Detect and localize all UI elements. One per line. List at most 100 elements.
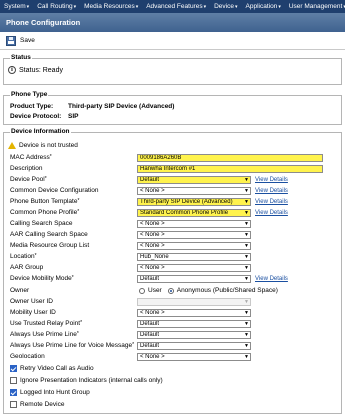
status-section: Status i Status: Ready (3, 54, 342, 85)
calling-search-space-select[interactable]: < None > ▼ (137, 219, 251, 228)
chevron-down-icon: ▼ (244, 242, 249, 249)
always-use-prime-line-voice-message-select[interactable]: Default ▼ (137, 341, 251, 350)
aar-calling-search-space-select[interactable]: < None > ▼ (137, 230, 251, 239)
warning-icon (8, 142, 16, 149)
ignore-presentation-checkbox[interactable] (10, 377, 17, 384)
menu-label: System (4, 3, 26, 10)
remote-device-checkbox[interactable] (10, 401, 17, 408)
chevron-down-icon: ▼ (244, 187, 249, 194)
menu-advanced-features[interactable]: Advanced Features ▾ (142, 3, 210, 10)
chevron-down-icon: ▼ (244, 253, 249, 260)
view-details-link[interactable]: View Details (255, 210, 288, 216)
chevron-down-icon: ▼ (244, 309, 249, 316)
aar-group-select[interactable]: < None > ▼ (137, 263, 251, 272)
device-mobility-mode-select[interactable]: Default ▼ (137, 274, 251, 283)
field-label: Mobility User ID (10, 309, 56, 316)
menu-label: Media Resources (84, 3, 135, 10)
menu-label: Application (245, 3, 278, 10)
field-label: Device Mobility Mode* (10, 275, 74, 282)
chevron-down-icon: ▾ (26, 3, 30, 10)
use-trusted-relay-point-select[interactable]: Default ▼ (137, 319, 251, 328)
view-details-link[interactable]: View Details (255, 276, 288, 282)
device-protocol-value: SIP (68, 113, 79, 120)
owner-user-label: User (148, 287, 162, 294)
menu-system[interactable]: System ▾ (0, 3, 33, 10)
ignore-presentation-label: Ignore Presentation Indicators (internal… (20, 377, 163, 384)
chevron-down-icon: ▾ (278, 3, 281, 10)
view-details-link[interactable]: View Details (255, 199, 288, 205)
top-menubar: System ▾ Call Routing ▾ Media Resources ▾ A… (0, 0, 345, 13)
menu-application[interactable]: Application ▾ (242, 3, 285, 10)
menu-label: Advanced Features (146, 3, 203, 10)
chevron-down-icon: ▼ (244, 353, 249, 360)
field-label: Description (10, 165, 43, 172)
owner-anonymous-label: Anonymous (Public/Shared Space) (176, 287, 278, 294)
chevron-down-icon: ▾ (73, 3, 77, 10)
location-select[interactable]: Hub_None ▼ (137, 252, 251, 261)
field-label: Owner (10, 287, 30, 294)
phone-type-section: Phone Type Product Type: Third-party SIP… (3, 91, 342, 125)
page-title: Phone Configuration (0, 13, 345, 32)
field-label: Common Phone Profile* (10, 209, 80, 216)
trust-warning: Device is not trusted (19, 142, 78, 149)
description-input[interactable]: Hanwha Intercom #1 (137, 164, 323, 173)
chevron-down-icon: ▼ (244, 264, 249, 271)
owner-user-id-select[interactable]: ▼ (137, 297, 251, 306)
view-details-link[interactable]: View Details (255, 177, 288, 183)
media-resource-group-list-select[interactable]: < None > ▼ (137, 241, 251, 250)
retry-video-checkbox[interactable] (10, 365, 17, 372)
owner-anonymous-radio[interactable] (167, 287, 174, 294)
product-type-value: Third-party SIP Device (Advanced) (68, 103, 175, 110)
chevron-down-icon: ▾ (234, 3, 238, 10)
status-text: Status: Ready (19, 66, 63, 74)
chevron-down-icon: ▾ (203, 3, 207, 10)
field-label: Geolocation (10, 353, 45, 360)
menu-label: Device (214, 3, 234, 10)
field-label: Phone Button Template* (10, 198, 80, 205)
common-phone-profile-select[interactable]: Standard Common Phone Profile ▼ (137, 208, 251, 217)
save-button[interactable]: Save (20, 37, 35, 44)
menu-label: User Management (288, 3, 343, 10)
menu-device[interactable]: Device ▾ (210, 3, 241, 10)
menu-call-routing[interactable]: Call Routing ▾ (33, 3, 80, 10)
owner-radio-group: User Anonymous (Public/Shared Space) (139, 287, 278, 294)
phone-button-template-select[interactable]: Third-party SIP Device (Advanced) ▼ (137, 197, 251, 206)
view-details-link[interactable]: View Details (255, 188, 288, 194)
chevron-down-icon: ▼ (244, 298, 249, 305)
always-use-prime-line-select[interactable]: Default ▼ (137, 330, 251, 339)
field-label: Media Resource Group List (10, 242, 90, 249)
mobility-user-id-select[interactable]: < None > ▼ (137, 308, 251, 317)
status-legend: Status (10, 54, 32, 61)
device-protocol-label: Device Protocol: (10, 113, 62, 120)
field-label: Location* (10, 253, 37, 260)
chevron-down-icon: ▼ (244, 342, 249, 349)
chevron-down-icon: ▼ (244, 209, 249, 216)
geolocation-select[interactable]: < None > ▼ (137, 352, 251, 361)
chevron-down-icon: ▼ (244, 320, 249, 327)
remote-device-label: Remote Device (20, 401, 65, 408)
field-label: Owner User ID (10, 298, 53, 305)
chevron-down-icon: ▼ (244, 331, 249, 338)
info-icon: i (8, 66, 16, 74)
field-label: Calling Search Space (10, 220, 73, 227)
save-icon[interactable] (6, 35, 16, 46)
field-label: MAC Address* (10, 154, 52, 161)
device-information-legend: Device Information (10, 128, 71, 135)
logged-into-hunt-group-checkbox[interactable] (10, 389, 17, 396)
menu-label: Call Routing (37, 3, 73, 10)
common-device-config-select[interactable]: < None > ▼ (137, 186, 251, 195)
owner-user-radio[interactable] (139, 287, 145, 294)
mac-address-input[interactable]: 0009186A260B (137, 153, 323, 162)
product-type-label: Product Type: (10, 103, 54, 110)
chevron-down-icon: ▼ (244, 231, 249, 238)
device-information-section: Device Information Device is not trusted… (3, 128, 342, 414)
field-label: Always Use Prime Line* (10, 331, 79, 338)
field-label: Common Device Configuration (10, 187, 99, 194)
field-label: Always Use Prime Line for Voice Message* (10, 342, 135, 349)
menu-user-management[interactable]: User Management ▾ (285, 3, 345, 10)
menu-media-resources[interactable]: Media Resources ▾ (80, 3, 142, 10)
field-label: AAR Calling Search Space (10, 231, 88, 238)
field-label: Use Trusted Relay Point* (10, 320, 83, 327)
toolbar: Save (0, 32, 345, 50)
device-pool-select[interactable]: Default ▼ (137, 175, 251, 184)
